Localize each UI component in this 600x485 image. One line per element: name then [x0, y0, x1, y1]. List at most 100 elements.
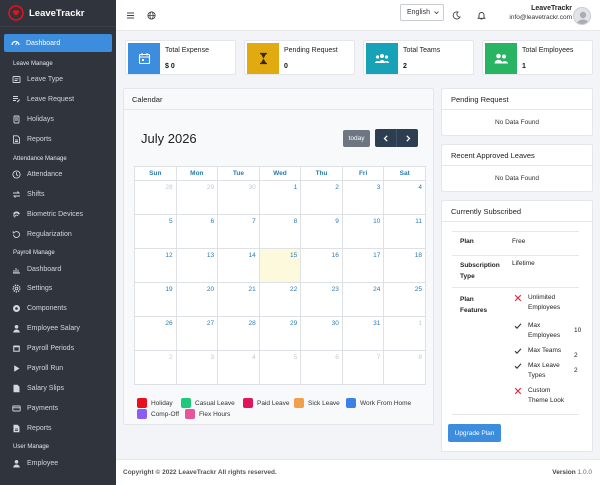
- chevron-down-icon: [434, 11, 439, 15]
- calendar-day-cell[interactable]: 29: [175, 180, 219, 215]
- stat-card-pending-request[interactable]: Pending Request 0: [244, 40, 355, 75]
- divider: [452, 231, 579, 232]
- stat-card-total-expense[interactable]: Total Expense $ 0: [125, 40, 236, 75]
- sidebar-item-holidays[interactable]: Holidays: [0, 110, 116, 130]
- stat-value: 2: [403, 63, 407, 70]
- calendar-day-cell[interactable]: 2: [300, 180, 343, 215]
- logo-icon: [8, 5, 24, 21]
- dark-mode-icon[interactable]: [452, 11, 461, 20]
- calendar-day-cell[interactable]: 10: [341, 214, 385, 249]
- sidebar-item-shifts[interactable]: Shifts: [0, 184, 116, 204]
- today-button[interactable]: today: [343, 130, 370, 147]
- calendar-day-cell[interactable]: 19: [134, 282, 177, 317]
- calendar-day-cell[interactable]: 7: [341, 350, 385, 385]
- calendar-day-cell[interactable]: 30: [217, 180, 260, 215]
- brand[interactable]: LeaveTrackr: [0, 0, 116, 27]
- divider: [442, 165, 592, 166]
- calendar-day-cell[interactable]: 5: [134, 214, 177, 249]
- sidebar-item-label: Payroll Periods: [27, 345, 75, 353]
- stat-label: Total Employees: [522, 47, 574, 54]
- calendar-day-cell[interactable]: 12: [134, 248, 177, 283]
- sidebar: LeaveTrackr Dashboard Leave Manage Leave …: [0, 0, 116, 485]
- calendar-day-cell[interactable]: 3: [175, 350, 219, 385]
- sidebar-item-dashboard[interactable]: Dashboard: [0, 259, 116, 279]
- language-select[interactable]: English: [400, 4, 444, 21]
- sidebar-item-employee-salary[interactable]: Employee Salary: [0, 319, 116, 339]
- calendar-day-cell[interactable]: 22: [258, 282, 302, 317]
- calendar-day-cell[interactable]: 18: [383, 248, 426, 283]
- calendar-day-cell[interactable]: 17: [341, 248, 385, 283]
- calendar-day-cell[interactable]: 27: [175, 316, 219, 351]
- calendar-day-cell[interactable]: 24: [341, 282, 385, 317]
- sidebar-item-reports[interactable]: Reports: [0, 418, 116, 438]
- calendar-day-cell[interactable]: 15: [258, 248, 302, 283]
- weekday-header: Sat: [383, 166, 426, 181]
- panel-title: Pending Request: [451, 95, 509, 104]
- calendar-day-cell[interactable]: 3: [341, 180, 385, 215]
- calendar-day-cell[interactable]: 21: [217, 282, 260, 317]
- calendar-day-cell[interactable]: 8: [383, 350, 426, 385]
- calendar-day-cell[interactable]: 29: [258, 316, 302, 351]
- sidebar-item-biometric-devices[interactable]: Biometric Devices: [0, 204, 116, 224]
- calendar-day-cell[interactable]: 26: [134, 316, 177, 351]
- calendar-day-cell[interactable]: 13: [175, 248, 219, 283]
- upgrade-plan-button[interactable]: Upgrade Plan: [448, 424, 501, 442]
- next-month-button[interactable]: [396, 129, 418, 147]
- stat-icon-box: [128, 43, 160, 74]
- calendar-day-cell[interactable]: 30: [300, 316, 343, 351]
- calendar-day-cell[interactable]: 2: [134, 350, 177, 385]
- sidebar-item-leave-request[interactable]: Leave Request: [0, 90, 116, 110]
- stat-label: Total Expense: [165, 47, 209, 54]
- calendar-day-cell[interactable]: 6: [175, 214, 219, 249]
- sidebar-item-attendance[interactable]: Attendance: [0, 165, 116, 185]
- calendar-day-cell[interactable]: 20: [175, 282, 219, 317]
- user-info[interactable]: LeaveTrackr info@leavetrackr.com: [509, 5, 572, 21]
- calendar-day-cell[interactable]: 6: [300, 350, 343, 385]
- sidebar-item-settings[interactable]: Settings: [0, 279, 116, 299]
- sidebar-item-regularization[interactable]: Regularization: [0, 224, 116, 244]
- sidebar-item-reports[interactable]: Reports: [0, 130, 116, 150]
- calendar-week-row: 19 20 21 22 23 24 25: [134, 282, 426, 317]
- calendar-day-cell[interactable]: 11: [383, 214, 426, 249]
- calendar-day-cell[interactable]: 23: [300, 282, 343, 317]
- calendar-day-cell[interactable]: 7: [217, 214, 260, 249]
- calendar-day-cell[interactable]: 1: [383, 316, 426, 351]
- salary-slips-icon: [12, 384, 21, 393]
- sidebar-item-leave-type[interactable]: Leave Type: [0, 70, 116, 90]
- globe-icon[interactable]: [147, 11, 156, 20]
- sidebar-item-payments[interactable]: Payments: [0, 398, 116, 418]
- calendar-day-cell[interactable]: 31: [341, 316, 385, 351]
- bell-icon[interactable]: [477, 11, 486, 20]
- stat-card-total-employees[interactable]: Total Employees 1: [482, 40, 593, 75]
- menu-toggle-icon[interactable]: [126, 11, 135, 20]
- sidebar-item-payroll-run[interactable]: Payroll Run: [0, 359, 116, 379]
- weekday-header: Thu: [300, 166, 343, 181]
- calendar-day-cell[interactable]: 14: [217, 248, 260, 283]
- calendar-day-cell[interactable]: 25: [383, 282, 426, 317]
- calendar-day-cell[interactable]: 5: [258, 350, 302, 385]
- calendar-day-cell[interactable]: 1: [258, 180, 302, 215]
- sidebar-item-dashboard[interactable]: Dashboard: [4, 34, 112, 52]
- calendar-day-cell[interactable]: 16: [300, 248, 343, 283]
- prev-month-button[interactable]: [375, 129, 397, 147]
- sidebar-item-salary-slips[interactable]: Salary Slips: [0, 378, 116, 398]
- approved-leaves-panel: Recent Approved Leaves No Data Found: [441, 144, 593, 192]
- calendar-day-cell[interactable]: 9: [300, 214, 343, 249]
- sidebar-item-label: Holidays: [27, 116, 54, 124]
- calendar-day-cell[interactable]: 4: [217, 350, 260, 385]
- legend-swatch: [137, 398, 147, 408]
- sidebar-item-payroll-periods[interactable]: Payroll Periods: [0, 339, 116, 359]
- calendar-day-cell[interactable]: 28: [217, 316, 260, 351]
- subscription-type-value: Lifetime: [512, 260, 535, 267]
- sidebar-section-title: Leave Manage: [13, 61, 53, 67]
- avatar[interactable]: [573, 7, 591, 25]
- cross-icon: [514, 387, 523, 406]
- stat-card-total-teams[interactable]: Total Teams 2: [363, 40, 474, 75]
- calendar-day-cell[interactable]: 4: [383, 180, 426, 215]
- sidebar-item-components[interactable]: Components: [0, 299, 116, 319]
- calendar-day-cell[interactable]: 8: [258, 214, 302, 249]
- calendar-day-cell[interactable]: 28: [134, 180, 177, 215]
- sidebar-item-employee[interactable]: Employee: [0, 453, 116, 473]
- reports-icon: [12, 135, 21, 144]
- plan-label: Plan: [460, 238, 474, 245]
